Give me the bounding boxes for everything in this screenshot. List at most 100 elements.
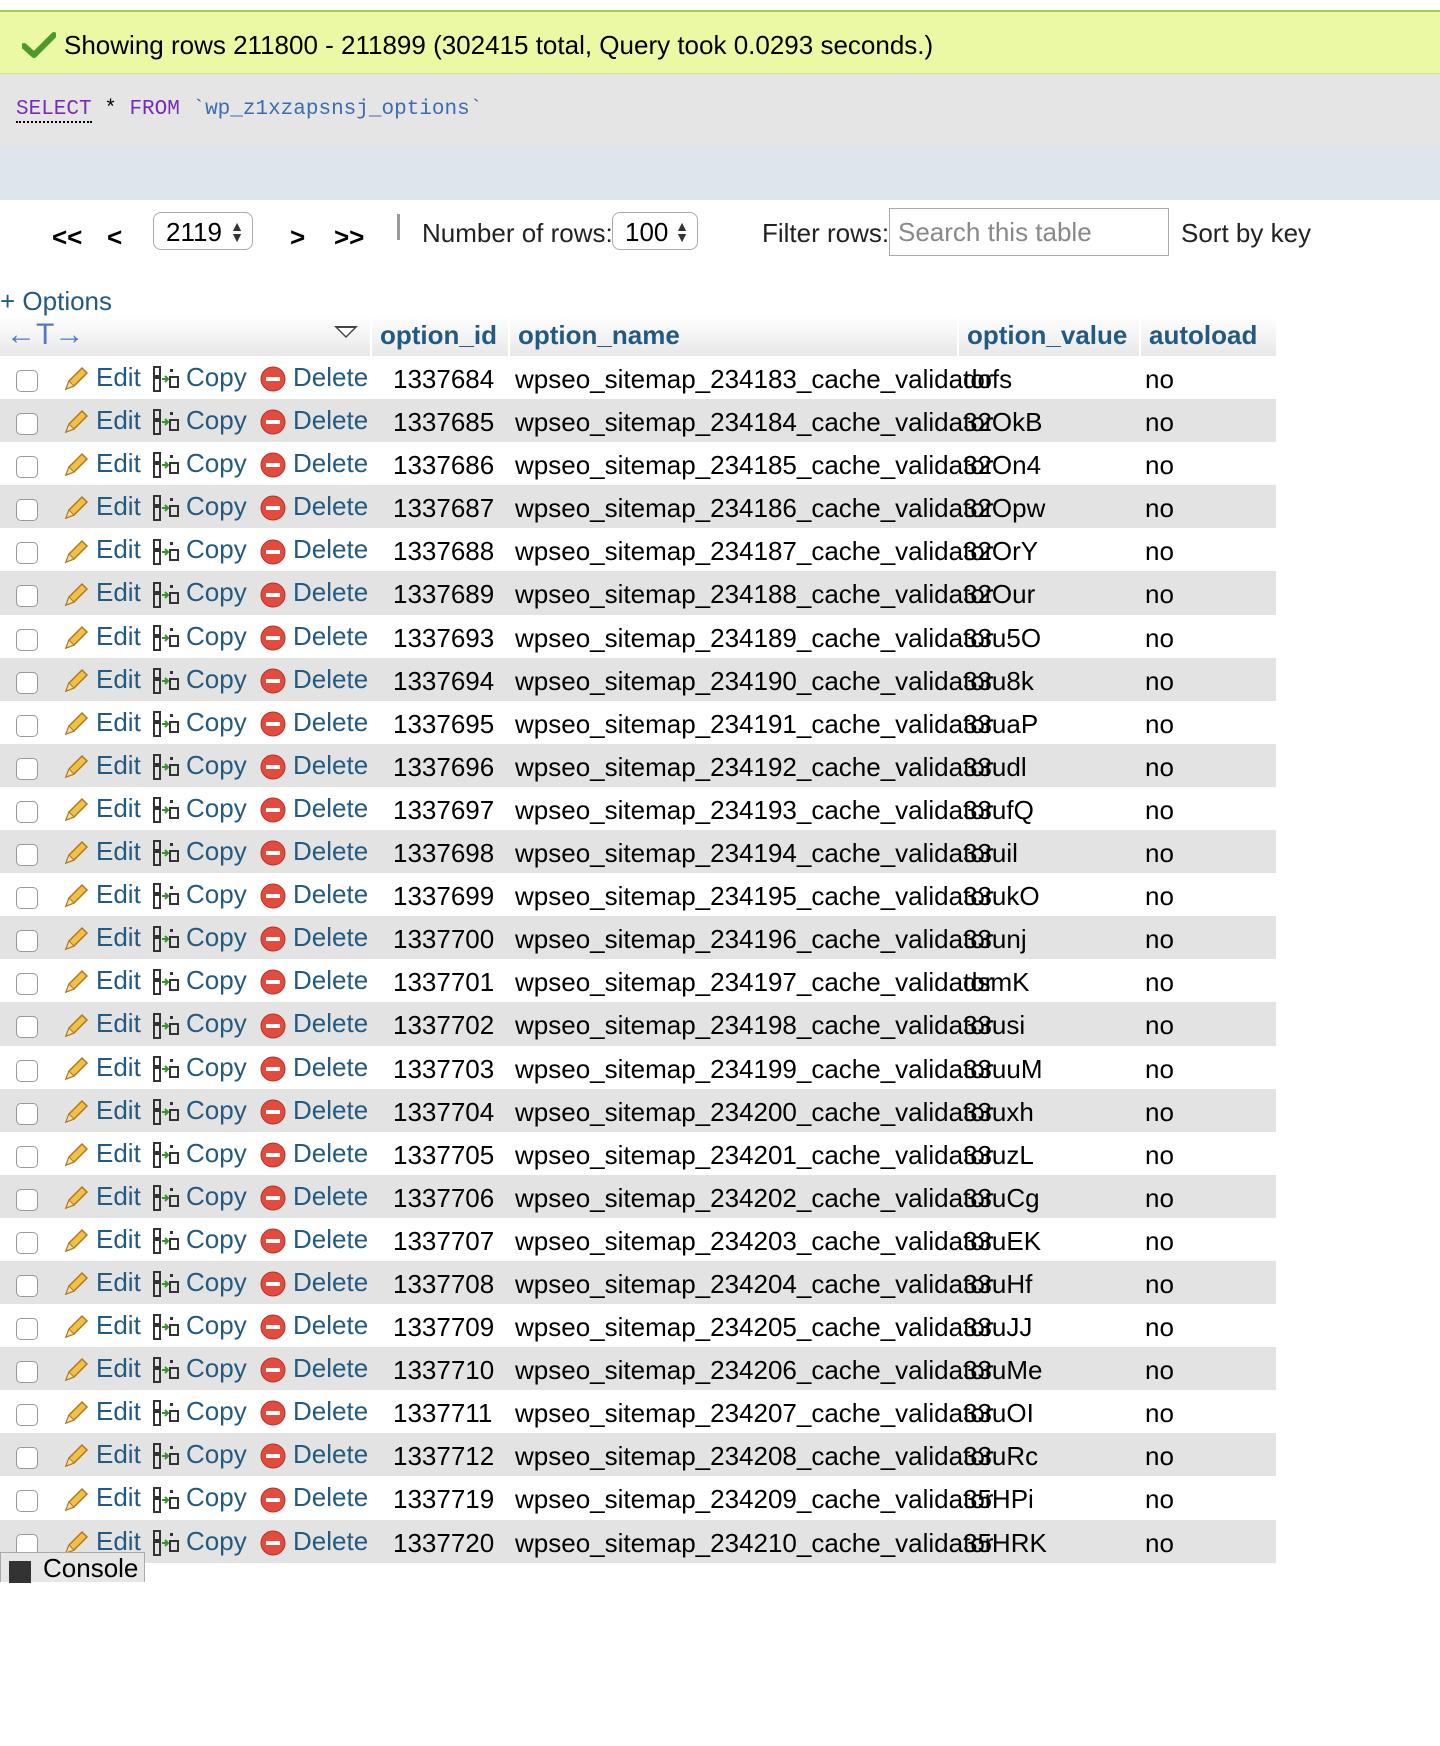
- row-checkbox[interactable]: [16, 1188, 38, 1211]
- delete-row-button[interactable]: Delete: [259, 1267, 368, 1298]
- row-checkbox[interactable]: [16, 714, 38, 737]
- delete-row-button[interactable]: Delete: [259, 922, 368, 953]
- options-toggle-link[interactable]: + Options: [0, 286, 112, 317]
- delete-row-button[interactable]: Delete: [259, 491, 368, 522]
- delete-row-button[interactable]: Delete: [259, 707, 368, 738]
- delete-row-button[interactable]: Delete: [259, 621, 368, 652]
- row-checkbox[interactable]: [16, 1361, 38, 1384]
- row-checkbox[interactable]: [16, 542, 38, 565]
- edit-row-button[interactable]: Edit: [62, 1310, 141, 1341]
- copy-row-button[interactable]: Copy: [152, 1439, 247, 1470]
- edit-row-button[interactable]: Edit: [62, 1353, 141, 1384]
- column-header-option-value[interactable]: option_value: [957, 316, 1139, 356]
- edit-row-button[interactable]: Edit: [62, 1267, 141, 1298]
- delete-row-button[interactable]: Delete: [259, 664, 368, 695]
- row-checkbox[interactable]: [16, 671, 38, 694]
- row-checkbox[interactable]: [16, 757, 38, 780]
- first-page-button[interactable]: <<: [52, 222, 82, 253]
- edit-row-button[interactable]: Edit: [62, 362, 141, 393]
- copy-row-button[interactable]: Copy: [152, 1482, 247, 1513]
- delete-row-button[interactable]: Delete: [259, 1396, 368, 1427]
- edit-row-button[interactable]: Edit: [62, 491, 141, 522]
- copy-row-button[interactable]: Copy: [152, 707, 247, 738]
- row-checkbox[interactable]: [16, 1016, 38, 1039]
- delete-row-button[interactable]: Delete: [259, 448, 368, 479]
- edit-row-button[interactable]: Edit: [62, 922, 141, 953]
- delete-row-button[interactable]: Delete: [259, 1008, 368, 1039]
- rows-per-page-select[interactable]: 100 ▲ ▼: [612, 212, 698, 250]
- edit-row-button[interactable]: Edit: [62, 448, 141, 479]
- delete-row-button[interactable]: Delete: [259, 1224, 368, 1255]
- row-checkbox[interactable]: [16, 1318, 38, 1341]
- edit-row-button[interactable]: Edit: [62, 1396, 141, 1427]
- row-checkbox[interactable]: [16, 1274, 38, 1297]
- edit-row-button[interactable]: Edit: [62, 1224, 141, 1255]
- copy-row-button[interactable]: Copy: [152, 534, 247, 565]
- edit-row-button[interactable]: Edit: [62, 1138, 141, 1169]
- copy-row-button[interactable]: Copy: [152, 1008, 247, 1039]
- delete-row-button[interactable]: Delete: [259, 1181, 368, 1212]
- delete-row-button[interactable]: Delete: [259, 793, 368, 824]
- next-page-button[interactable]: >: [290, 222, 305, 253]
- edit-row-button[interactable]: Edit: [62, 879, 141, 910]
- sort-dropdown-icon[interactable]: [334, 326, 358, 338]
- delete-row-button[interactable]: Delete: [259, 1482, 368, 1513]
- page-select[interactable]: 2119 ▲ ▼: [153, 212, 253, 250]
- row-checkbox[interactable]: [16, 930, 38, 953]
- column-header-option-name[interactable]: option_name: [508, 316, 957, 356]
- row-checkbox[interactable]: [16, 370, 38, 392]
- copy-row-button[interactable]: Copy: [152, 1181, 247, 1212]
- edit-row-button[interactable]: Edit: [62, 534, 141, 565]
- copy-row-button[interactable]: Copy: [152, 750, 247, 781]
- copy-row-button[interactable]: Copy: [152, 836, 247, 867]
- row-checkbox[interactable]: [16, 887, 38, 910]
- copy-row-button[interactable]: Copy: [152, 1267, 247, 1298]
- edit-row-button[interactable]: Edit: [62, 621, 141, 652]
- column-header-option-id[interactable]: option_id: [370, 316, 508, 356]
- copy-row-button[interactable]: Copy: [152, 1396, 247, 1427]
- copy-row-button[interactable]: Copy: [152, 922, 247, 953]
- delete-row-button[interactable]: Delete: [259, 1526, 368, 1557]
- column-header-autoload[interactable]: autoload: [1139, 316, 1276, 356]
- copy-row-button[interactable]: Copy: [152, 362, 247, 393]
- row-checkbox[interactable]: [16, 1447, 38, 1470]
- row-checkbox[interactable]: [16, 628, 38, 651]
- row-checkbox[interactable]: [16, 413, 38, 436]
- console-tab[interactable]: Console: [0, 1552, 145, 1583]
- row-checkbox[interactable]: [16, 1059, 38, 1082]
- copy-row-button[interactable]: Copy: [152, 965, 247, 996]
- row-checkbox[interactable]: [16, 1231, 38, 1254]
- copy-row-button[interactable]: Copy: [152, 879, 247, 910]
- copy-row-button[interactable]: Copy: [152, 1353, 247, 1384]
- delete-row-button[interactable]: Delete: [259, 1353, 368, 1384]
- edit-row-button[interactable]: Edit: [62, 1482, 141, 1513]
- copy-row-button[interactable]: Copy: [152, 1526, 247, 1557]
- copy-row-button[interactable]: Copy: [152, 621, 247, 652]
- copy-row-button[interactable]: Copy: [152, 1138, 247, 1169]
- delete-row-button[interactable]: Delete: [259, 534, 368, 565]
- edit-row-button[interactable]: Edit: [62, 664, 141, 695]
- prev-page-button[interactable]: <: [107, 222, 122, 253]
- filter-search-input[interactable]: [889, 208, 1169, 256]
- row-checkbox[interactable]: [16, 800, 38, 823]
- copy-row-button[interactable]: Copy: [152, 1095, 247, 1126]
- delete-row-button[interactable]: Delete: [259, 405, 368, 436]
- delete-row-button[interactable]: Delete: [259, 1310, 368, 1341]
- edit-row-button[interactable]: Edit: [62, 707, 141, 738]
- edit-row-button[interactable]: Edit: [62, 1181, 141, 1212]
- delete-row-button[interactable]: Delete: [259, 965, 368, 996]
- row-checkbox[interactable]: [16, 973, 38, 996]
- row-checkbox[interactable]: [16, 499, 38, 522]
- delete-row-button[interactable]: Delete: [259, 750, 368, 781]
- edit-row-button[interactable]: Edit: [62, 836, 141, 867]
- edit-row-button[interactable]: Edit: [62, 1052, 141, 1083]
- copy-row-button[interactable]: Copy: [152, 577, 247, 608]
- delete-row-button[interactable]: Delete: [259, 577, 368, 608]
- copy-row-button[interactable]: Copy: [152, 664, 247, 695]
- row-checkbox[interactable]: [16, 1490, 38, 1513]
- edit-row-button[interactable]: Edit: [62, 793, 141, 824]
- copy-row-button[interactable]: Copy: [152, 1310, 247, 1341]
- copy-row-button[interactable]: Copy: [152, 1052, 247, 1083]
- row-checkbox[interactable]: [16, 1102, 38, 1125]
- delete-row-button[interactable]: Delete: [259, 1095, 368, 1126]
